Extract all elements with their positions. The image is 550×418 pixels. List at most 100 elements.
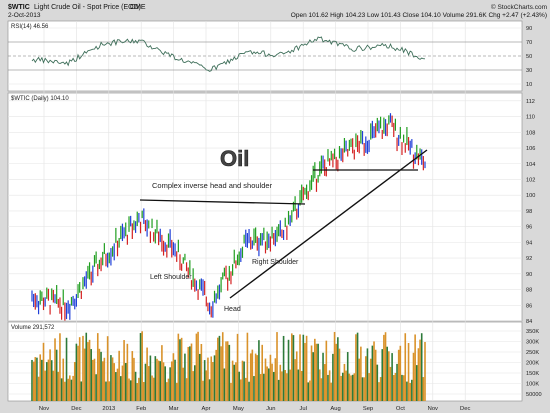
volume-bar — [279, 364, 282, 401]
volume-bar — [276, 332, 278, 401]
volume-bar — [60, 378, 63, 401]
volume-bar — [264, 358, 267, 401]
volume-bar — [402, 375, 405, 401]
volume-bar — [322, 352, 324, 401]
price-tick-label: 92 — [526, 256, 532, 262]
volume-tick-label: 200K — [526, 361, 539, 367]
volume-bar — [136, 382, 139, 401]
volume-bar — [420, 333, 423, 401]
volume-bar — [69, 375, 71, 401]
volume-bar — [318, 369, 321, 401]
volume-bar — [374, 349, 377, 401]
rsi-label: RSI(14) 46.56 — [11, 24, 49, 30]
volume-bar — [337, 337, 339, 401]
volume-bar — [241, 360, 244, 401]
volume-bar — [323, 364, 326, 401]
volume-bar — [294, 359, 296, 401]
volume-bar — [411, 379, 413, 401]
volume-bar — [317, 343, 319, 401]
volume-bar — [353, 373, 356, 401]
volume-bar — [133, 357, 135, 401]
volume-bar — [356, 332, 359, 401]
volume-bar — [335, 343, 338, 401]
volume-bar — [365, 356, 367, 401]
volume-bar — [291, 333, 293, 401]
volume-bar — [159, 361, 162, 401]
complex-hs-annotation: Complex inverse head and shoulder — [152, 181, 273, 190]
volume-bar — [126, 343, 129, 401]
volume-bar — [129, 380, 132, 401]
right-shoulder-annotation: Right Shoulder — [252, 259, 299, 266]
volume-bar — [156, 358, 158, 401]
volume-bar — [65, 337, 68, 401]
volume-bar — [177, 333, 180, 401]
volume-bar — [50, 360, 53, 401]
volume-bar — [307, 382, 310, 401]
x-tick-label: May — [233, 406, 244, 412]
volume-bar — [31, 359, 33, 401]
volume-bar — [225, 341, 227, 401]
volume-bar — [401, 374, 403, 401]
volume-bar — [212, 362, 214, 401]
volume-bar — [36, 357, 38, 401]
volume-bar — [284, 370, 287, 401]
volume-bar — [330, 382, 333, 401]
volume-bar — [292, 335, 295, 401]
volume-bar — [417, 348, 420, 401]
volume-bar — [62, 358, 65, 401]
volume-bar — [185, 378, 188, 401]
x-tick-label: Dec — [460, 406, 470, 412]
volume-bar — [404, 333, 407, 401]
volume-bar — [213, 355, 216, 401]
volume-bar — [67, 378, 69, 401]
volume-tick-label: 250K — [526, 350, 539, 356]
volume-bar — [348, 373, 351, 401]
volume-bar — [49, 349, 51, 401]
volume-bar — [233, 364, 236, 401]
volume-bar — [193, 365, 196, 401]
volume-bar — [272, 371, 275, 401]
volume-bar — [412, 352, 415, 401]
volume-bar — [146, 347, 148, 401]
volume-bar — [314, 338, 316, 401]
volume-bar — [315, 343, 318, 401]
volume-bar — [113, 363, 116, 401]
volume-bar — [392, 375, 395, 401]
x-tick-label: Jun — [266, 406, 275, 412]
volume-bar — [34, 357, 37, 401]
volume-bar — [407, 343, 410, 401]
volume-bar — [106, 336, 109, 401]
volume-bar — [243, 361, 245, 401]
volume-bar — [325, 340, 328, 401]
volume-bar — [170, 361, 173, 401]
volume-bar — [244, 377, 247, 401]
x-tick-label: Apr — [201, 406, 210, 412]
volume-tick-label: 100K — [526, 382, 539, 388]
volume-bar — [271, 363, 273, 401]
volume-bar — [139, 333, 142, 401]
volume-bar — [119, 376, 122, 401]
price-label: $WTIC (Daily) 104.10 — [11, 96, 69, 102]
volume-bar — [39, 354, 42, 401]
rsi-tick-label: 30 — [526, 68, 532, 74]
volume-bar — [111, 357, 114, 401]
volume-bar — [253, 376, 255, 401]
volume-bar — [394, 372, 397, 401]
price-tick-label: 112 — [526, 99, 535, 105]
volume-bar — [72, 375, 74, 401]
volume-bar — [172, 353, 175, 401]
volume-bar — [218, 335, 221, 401]
volume-bar — [304, 342, 306, 401]
volume-bar — [396, 363, 398, 401]
volume-bar — [371, 345, 374, 401]
volume-bar — [152, 377, 155, 401]
volume-bar — [312, 352, 314, 401]
volume-bar — [240, 379, 242, 401]
volume-bar — [131, 351, 134, 401]
price-tick-label: 90 — [526, 272, 532, 278]
volume-bar — [77, 345, 79, 401]
volume-bar — [87, 342, 89, 401]
volume-bar — [134, 371, 137, 401]
volume-bar — [266, 366, 268, 401]
volume-bar — [320, 378, 323, 401]
